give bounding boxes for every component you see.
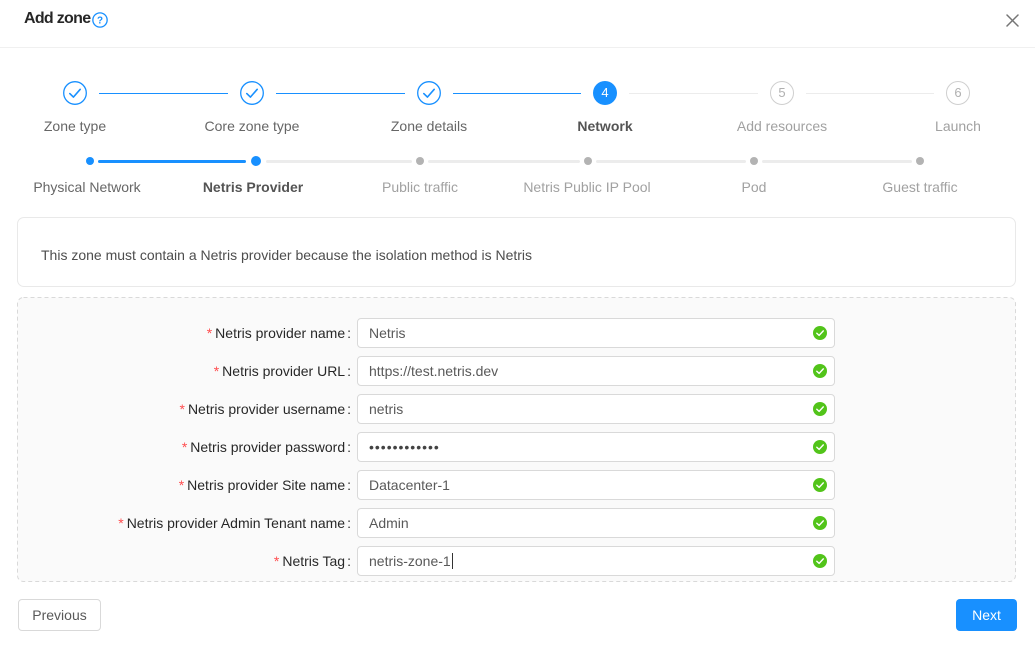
svg-text:?: ?: [97, 15, 103, 26]
